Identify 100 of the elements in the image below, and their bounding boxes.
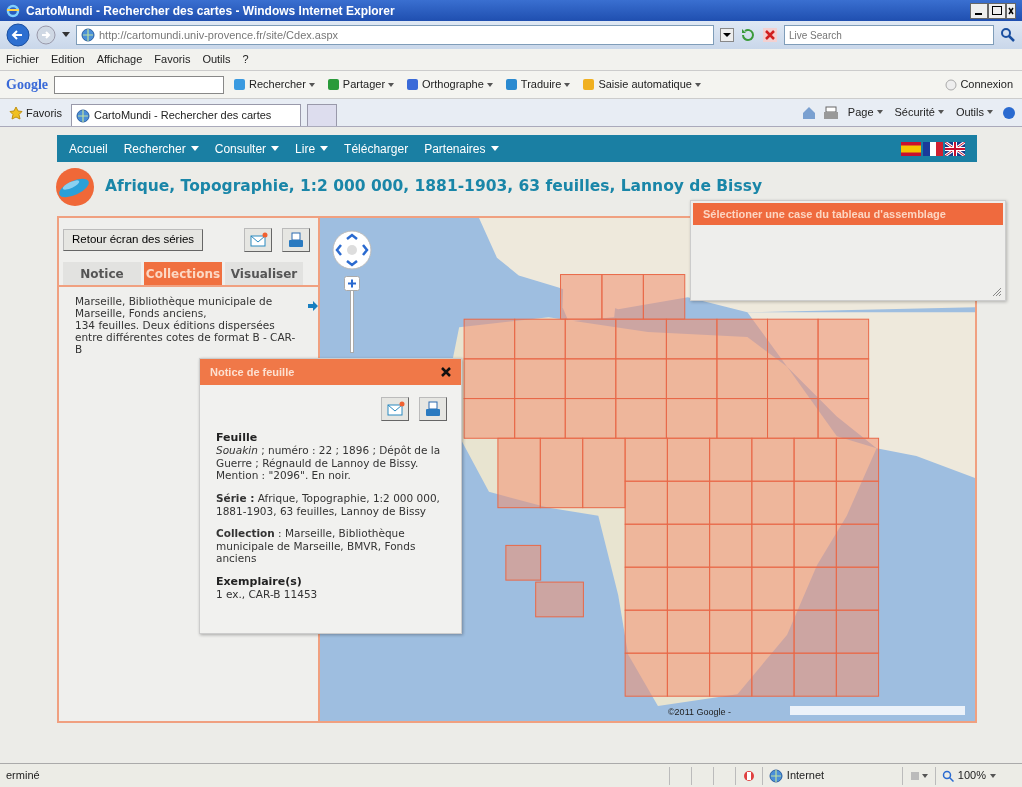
menu-item[interactable]: Affichage [96,51,143,68]
print-button[interactable] [419,397,447,421]
grid-cell[interactable] [560,274,603,320]
grid-cell[interactable] [666,437,711,482]
grid-cell[interactable] [709,523,753,568]
grid-cell[interactable] [817,398,870,439]
translate-button[interactable]: Traduire [501,76,574,93]
arrow-icon[interactable] [308,301,318,311]
grid-cell[interactable] [514,358,566,400]
address-field[interactable]: http://cartomundi.univ-provence.fr/site/Cdex.aspx [76,25,714,45]
command-button[interactable]: Sécurité [891,103,947,120]
grid-cell[interactable] [709,609,753,654]
print-icon[interactable] [822,106,839,120]
grid-cell[interactable] [624,480,668,525]
grid-cell[interactable] [564,358,617,400]
nav-link[interactable]: Lire [295,139,329,158]
email-button[interactable] [381,397,409,421]
back-button[interactable]: Retour écran des séries [63,229,204,251]
flag-icon[interactable] [945,141,965,156]
grid-cell[interactable] [835,566,880,611]
grid-cell[interactable] [767,358,819,400]
close-button[interactable] [1006,2,1016,19]
grid-cell[interactable] [835,480,880,525]
flag-icon[interactable] [923,141,943,156]
grid-cell[interactable] [751,480,795,525]
grid-cell[interactable] [624,609,668,654]
search-field[interactable] [54,75,224,94]
menu-item[interactable]: Edition [51,51,85,68]
email-button[interactable] [244,228,272,252]
grid-cell[interactable] [716,318,768,360]
grid-cell[interactable] [709,437,753,482]
grid-cell[interactable] [751,566,795,611]
site-logo[interactable] [55,167,95,207]
grid-cell[interactable] [751,652,795,697]
grid-cell[interactable] [767,398,819,439]
tab[interactable]: Notice [63,262,141,285]
print-button[interactable] [282,228,310,252]
nav-link[interactable]: Partenaires [424,139,499,158]
grid-cell[interactable] [505,544,542,581]
grid-cell[interactable] [615,318,667,360]
grid-cell[interactable] [817,318,870,360]
nav-link[interactable]: Accueil [69,139,108,158]
grid-cell[interactable] [564,398,617,439]
grid-cell[interactable] [666,523,711,568]
command-button[interactable]: Page [844,103,886,120]
grid-cell[interactable] [514,318,566,360]
new-tab-button[interactable] [307,104,338,126]
grid-cell[interactable] [624,566,668,611]
nav-link[interactable]: Rechercher [123,139,199,158]
grid-cell[interactable] [751,523,795,568]
menu-item[interactable]: Outils [202,51,231,68]
search-field[interactable]: Live Search [784,25,994,45]
grid-cell[interactable] [751,437,795,482]
caret-icon[interactable] [62,32,70,38]
grid-cell[interactable] [751,609,795,654]
grid-cell[interactable] [835,652,880,697]
resize-grip-icon[interactable] [992,287,1002,297]
grid-cell[interactable] [666,652,711,697]
grid-cell[interactable] [716,358,768,400]
grid-cell[interactable] [582,437,626,509]
spell-button[interactable]: Orthographe [403,76,496,93]
grid-cell[interactable] [817,358,870,400]
grid-cell[interactable] [835,523,880,568]
grid-cell[interactable] [716,398,768,439]
zoom-button[interactable]: 100% [934,766,1002,785]
grid-cell[interactable] [624,523,668,568]
grid-cell[interactable] [463,358,516,400]
search-icon[interactable] [1000,27,1016,43]
grid-cell[interactable] [624,437,668,482]
menu-item[interactable]: Favoris [154,51,191,68]
grid-cell[interactable] [666,566,711,611]
home-icon[interactable] [800,106,817,120]
grid-cell[interactable] [666,480,711,525]
grid-cell[interactable] [615,358,667,400]
grid-cell[interactable] [463,398,516,439]
forward-button[interactable] [36,25,56,45]
favorites-button[interactable]: Favoris [6,104,66,121]
grid-cell[interactable] [767,318,819,360]
tab[interactable]: Visualiser [225,262,303,285]
grid-cell[interactable] [835,609,880,654]
grid-cell[interactable] [539,437,584,509]
pan-control[interactable] [332,230,372,270]
autofill-button[interactable]: Saisie automatique [579,76,704,93]
minimize-button[interactable] [970,2,988,19]
grid-cell[interactable] [793,480,837,525]
grid-cell[interactable] [793,523,837,568]
command-button[interactable]: Outils [952,103,996,120]
close-icon[interactable] [441,367,451,377]
zoom-in-button[interactable] [344,276,360,291]
back-button[interactable] [6,23,30,47]
grid-cell[interactable] [601,274,644,320]
grid-cell[interactable] [642,274,686,320]
grid-cell[interactable] [665,358,718,400]
grid-cell[interactable] [615,398,667,439]
share-button[interactable]: Partager [323,76,398,93]
maximize-button[interactable] [988,2,1006,19]
grid-cell[interactable] [514,398,566,439]
grid-cell[interactable] [497,437,541,509]
grid-cell[interactable] [564,318,617,360]
grid-cell[interactable] [793,652,837,697]
